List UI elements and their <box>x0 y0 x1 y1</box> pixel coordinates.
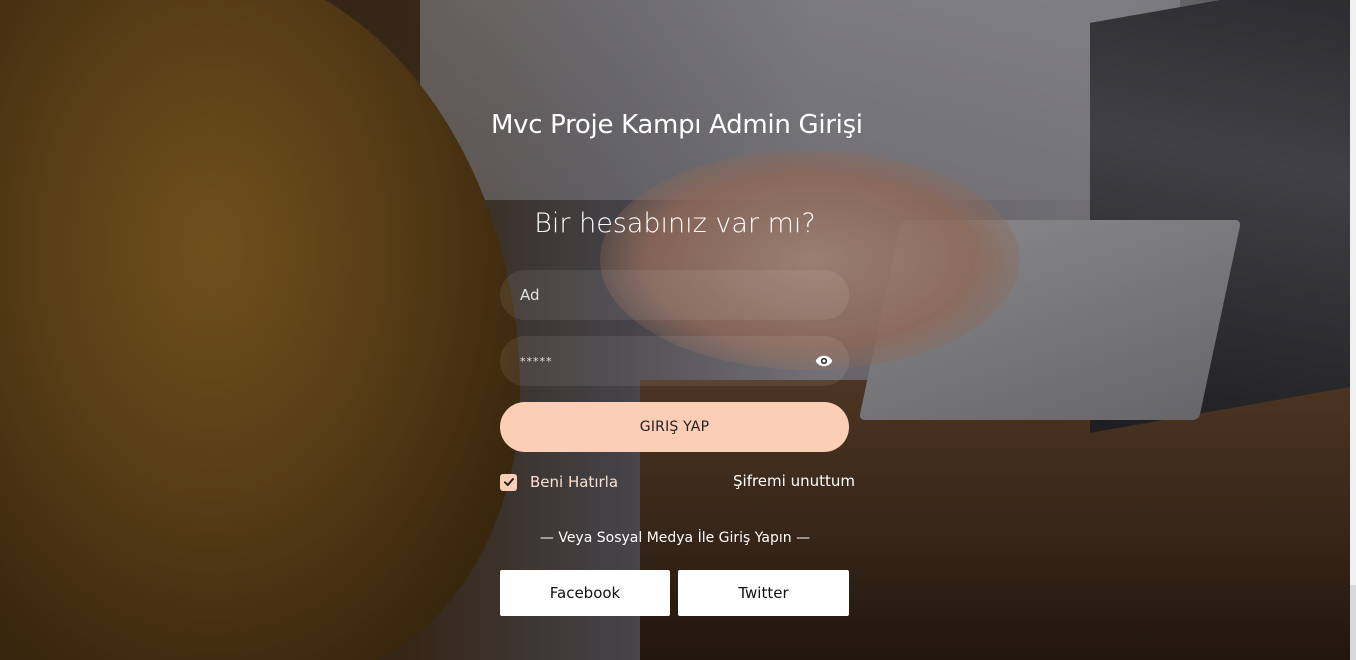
page-title: Mvc Proje Kampı Admin Girişi <box>491 110 863 140</box>
remember-me-checkbox[interactable]: Beni Hatırla <box>500 472 618 492</box>
twitter-login-button[interactable]: Twitter <box>678 570 849 616</box>
username-input[interactable] <box>500 270 849 320</box>
social-login-divider: — Veya Sosyal Medya İle Giriş Yapın — <box>539 530 811 546</box>
checkbox-checked-icon[interactable] <box>500 473 517 491</box>
forgot-password-link[interactable]: Şifremi unuttum <box>733 472 855 490</box>
facebook-login-button[interactable]: Facebook <box>500 570 670 616</box>
eye-icon[interactable] <box>815 352 833 370</box>
login-page: Mvc Proje Kampı Admin Girişi Bir hesabın… <box>0 0 1356 660</box>
login-content: Mvc Proje Kampı Admin Girişi Bir hesabın… <box>0 0 1356 660</box>
form-heading: Bir hesabınız var mı? <box>534 208 816 239</box>
password-input[interactable] <box>500 336 849 386</box>
password-field <box>500 336 849 386</box>
remember-me-label: Beni Hatırla <box>530 473 619 491</box>
username-field <box>500 270 849 320</box>
login-button[interactable]: GIRIŞ YAP <box>500 402 849 452</box>
scrollbar-thumb[interactable] <box>1350 0 1356 585</box>
scrollbar-track[interactable] <box>1350 0 1356 660</box>
